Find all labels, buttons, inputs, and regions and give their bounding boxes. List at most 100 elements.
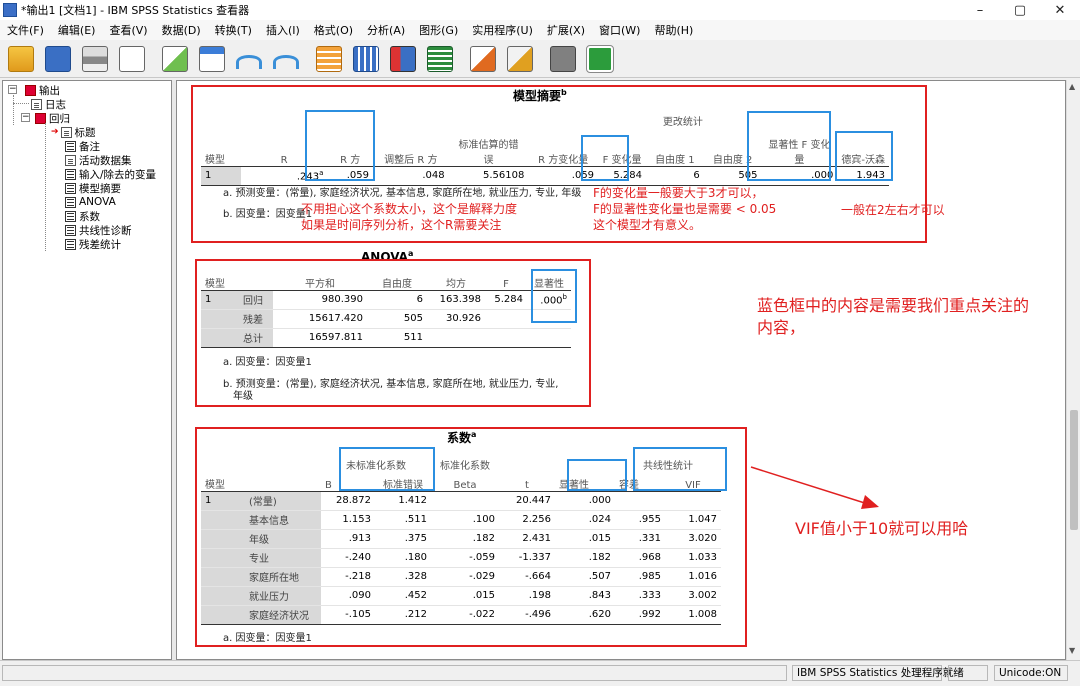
goto-data-icon[interactable] — [316, 45, 342, 72]
table-row: 就业压力 .090 .452 .015 .198 .843 .333 3.002 — [201, 586, 721, 606]
goto-case-icon[interactable] — [353, 45, 379, 72]
cell-vif: 3.020 — [665, 529, 721, 549]
outline-item-collinearity-label: 共线性诊断 — [79, 224, 132, 237]
insert-output-icon[interactable] — [470, 45, 496, 72]
table-row: 残差 15617.420 505 30.926 — [201, 309, 571, 329]
row-label: 基本信息 — [245, 510, 321, 530]
outline-item-residuals[interactable]: 残差统计 — [65, 237, 121, 251]
cell-beta: .100 — [431, 510, 499, 530]
row-label: 家庭所在地 — [245, 567, 321, 587]
show-all-icon[interactable] — [550, 45, 576, 72]
outline-item-collinearity[interactable]: 共线性诊断 — [65, 223, 132, 237]
outline-item-active-dataset[interactable]: 活动数据集 — [65, 153, 132, 167]
outline-log[interactable]: 日志 — [31, 97, 66, 111]
title-icon — [60, 126, 72, 138]
add-icon[interactable] — [586, 44, 614, 73]
col-r: R — [280, 154, 288, 166]
vif-annotation: VIF值小于10就可以用哈 — [795, 519, 969, 538]
col-r2: R 方 — [340, 154, 361, 166]
outline-item-anova[interactable]: ANOVA — [65, 195, 116, 209]
coef-col-se: 标准错误 — [375, 472, 431, 492]
menu-data[interactable]: 数据(D) — [155, 22, 208, 38]
outline-item-model-summary[interactable]: 模型摘要 — [65, 181, 121, 195]
outline-item-notes-label: 备注 — [79, 140, 100, 153]
cell-se: .375 — [375, 529, 431, 549]
cell-ms: 30.926 — [427, 309, 485, 329]
menu-transform[interactable]: 转换(T) — [208, 22, 259, 38]
cell-b: 1.153 — [321, 510, 375, 530]
row-label: 回归 — [239, 290, 273, 310]
cell-b: 28.872 — [321, 491, 375, 511]
cell-sig: .843 — [555, 586, 615, 606]
cell-f-change: 5.284 — [598, 165, 647, 186]
cell-ss: 980.390 — [273, 290, 367, 310]
designate-window-icon[interactable] — [507, 45, 533, 72]
outline-item-title-label: 标题 — [74, 126, 96, 139]
dw-annotation: 一般在2左右才可以 — [841, 203, 945, 217]
cell-sig: .000 — [555, 491, 615, 511]
model-summary-table: 更改统计 模型 R R 方 调整后 R 方 标准估算的错误 R 方变化量 F 变… — [201, 109, 889, 186]
outline-output[interactable]: 输出 — [25, 83, 60, 97]
cell-se: 5.56108 — [448, 165, 529, 186]
cell-t: 2.256 — [499, 510, 555, 530]
window-title: *输出1 [文档1] - IBM SPSS Statistics 查看器 — [21, 4, 250, 17]
menu-window[interactable]: 窗口(W) — [592, 22, 647, 38]
menu-graphs[interactable]: 图形(G) — [412, 22, 465, 38]
collapse-regression-toggle[interactable]: − — [21, 113, 30, 122]
vertical-scrollbar[interactable]: ▲ ▼ — [1066, 80, 1080, 660]
close-button[interactable]: ✕ — [1040, 0, 1080, 20]
open-folder-icon[interactable] — [8, 45, 34, 72]
anova-icon — [65, 196, 76, 208]
cell-beta — [431, 491, 499, 511]
vif-arrow-icon — [750, 466, 879, 509]
scroll-up-icon[interactable]: ▲ — [1069, 82, 1075, 91]
menu-utilities[interactable]: 实用程序(U) — [465, 22, 540, 38]
scroll-thumb[interactable] — [1070, 410, 1078, 530]
menu-view[interactable]: 查看(V) — [102, 22, 154, 38]
collapse-output-toggle[interactable]: − — [8, 85, 17, 94]
outline-item-title[interactable]: ➔ 标题 — [51, 125, 96, 139]
outline-item-coefficients[interactable]: 系数 — [65, 209, 100, 223]
undo-icon[interactable] — [236, 54, 262, 69]
menu-insert[interactable]: 插入(I) — [259, 22, 307, 38]
anova-note-b: b. 预测变量：(常量), 家庭经济状况, 基本信息, 家庭所在地, 就业压力,… — [223, 379, 559, 390]
menu-format[interactable]: 格式(O) — [307, 22, 360, 38]
cell-model: 1 — [201, 165, 241, 186]
table-row: 家庭经济状况 -.105 .212 -.022 -.496 .620 .992 … — [201, 605, 721, 625]
regression-book-icon — [35, 112, 46, 124]
scroll-down-icon[interactable]: ▼ — [1069, 646, 1075, 655]
menu-help[interactable]: 帮助(H) — [647, 22, 700, 38]
table-row: 1 (常量) 28.872 1.412 20.447 .000 — [201, 491, 721, 511]
cell-tol: .333 — [615, 586, 665, 606]
variables-icon[interactable] — [390, 45, 416, 72]
anova-col-ss: 平方和 — [273, 271, 367, 291]
r2-annotation-line1: 不用担心这个系数太小，这个是解释力度 — [301, 202, 518, 216]
export-icon[interactable] — [162, 45, 188, 72]
menu-extensions[interactable]: 扩展(X) — [540, 22, 592, 38]
output-book-icon — [25, 84, 36, 96]
select-cases-icon[interactable] — [427, 45, 453, 72]
anova-note-a: a. 因变量：因变量1 — [223, 357, 312, 368]
col-df2: 自由度 2 — [712, 154, 753, 166]
outline-regression[interactable]: 回归 — [35, 111, 70, 125]
coefficients-title: 系数a — [447, 430, 477, 445]
recall-dialog-icon[interactable] — [199, 45, 225, 72]
outline-item-notes[interactable]: 备注 — [65, 139, 100, 153]
coefficients-table: 未标准化系数 标准化系数 共线性统计 模型 B 标准错误 Beta t 显著性 … — [201, 453, 721, 625]
menu-edit[interactable]: 编辑(E) — [51, 22, 103, 38]
save-icon[interactable] — [45, 45, 71, 72]
print-preview-icon[interactable] — [119, 45, 145, 72]
outline-item-variables-entered[interactable]: 输入/除去的变量 — [65, 167, 156, 181]
coef-col-b: B — [321, 472, 375, 492]
print-icon[interactable] — [82, 45, 108, 72]
col-se: 标准估算的错误 — [458, 139, 519, 166]
anova-title: ANOVAa — [361, 249, 414, 264]
log-icon — [31, 98, 42, 110]
redo-icon[interactable] — [273, 54, 299, 69]
cell-f: 5.284 — [485, 290, 527, 310]
menu-analyze[interactable]: 分析(A) — [360, 22, 412, 38]
cell-ms: 163.398 — [427, 290, 485, 310]
menu-file[interactable]: 文件(F) — [0, 22, 51, 38]
minimize-button[interactable]: – — [960, 0, 1000, 20]
maximize-button[interactable]: ▢ — [1000, 0, 1040, 20]
